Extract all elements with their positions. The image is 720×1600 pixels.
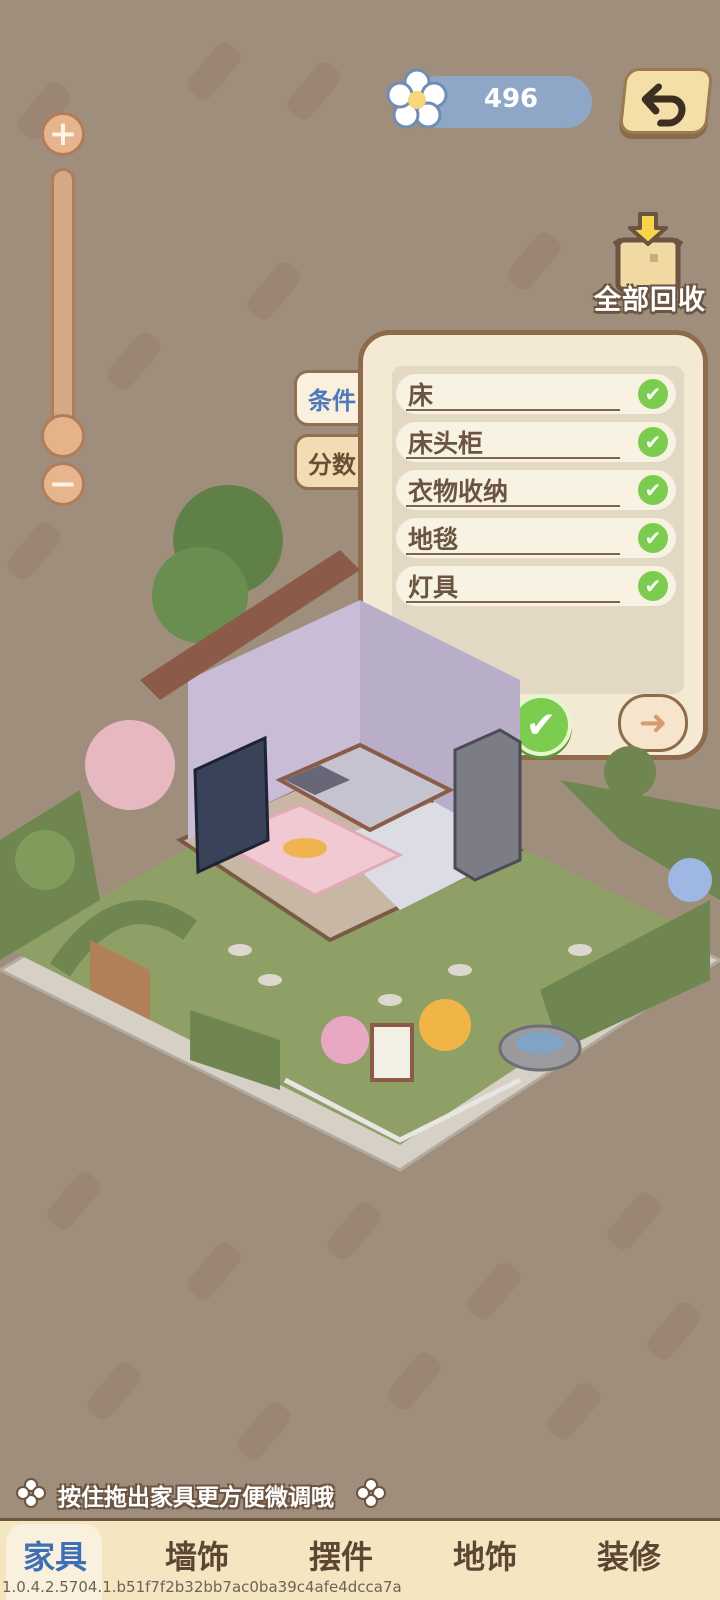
back-button[interactable] (618, 68, 714, 134)
stepping-stone (228, 944, 252, 956)
stepping-stone (448, 964, 472, 976)
undo-arrow-icon (641, 83, 686, 127)
tab-renovation[interactable]: 装修 (574, 1532, 684, 1578)
blossom-tree (85, 720, 175, 810)
clover-icon (16, 1478, 46, 1508)
stepping-stone (258, 974, 282, 986)
dresser (453, 728, 522, 882)
zoom-in-button[interactable]: + (41, 112, 85, 156)
cat-topiary (15, 830, 75, 890)
room-scene[interactable] (0, 480, 720, 1200)
tab-furniture[interactable]: 家具 (0, 1532, 110, 1578)
condition-item: 床头柜 ✔ (396, 422, 676, 462)
condition-label: 床 (408, 381, 434, 410)
cat-topiary (604, 746, 656, 798)
version-label: 1.0.4.2.5704.1.b51f7f2b32bb7ac0ba39c4afe… (2, 1578, 402, 1596)
currency-value: 496 (483, 84, 539, 114)
check-icon: ✔ (638, 379, 668, 409)
condition-underline (406, 457, 620, 459)
stepping-stone (568, 944, 592, 956)
tab-floor-decor[interactable]: 地饰 (430, 1532, 540, 1578)
recycle-all-label[interactable]: 全部回收 (590, 278, 710, 317)
condition-item: 床 ✔ (396, 374, 676, 414)
flower-bush (321, 1016, 369, 1064)
well-water (516, 1032, 564, 1054)
hint-text: 按住拖出家具更方便微调哦 (58, 1485, 334, 1511)
condition-label: 床头柜 (408, 429, 484, 458)
tab-ornaments[interactable]: 摆件 (286, 1532, 396, 1578)
zoom-slider-handle[interactable] (41, 414, 85, 458)
zoom-slider-track[interactable] (51, 168, 75, 430)
check-icon: ✔ (638, 427, 668, 457)
condition-underline (406, 409, 620, 411)
easel (370, 1023, 414, 1082)
tab-wall-decor[interactable]: 墙饰 (142, 1532, 252, 1578)
flower-bush (419, 999, 471, 1051)
clover-icon (356, 1478, 386, 1508)
stepping-stone (378, 994, 402, 1006)
flower-icon (386, 68, 448, 129)
rug-planet (283, 838, 327, 858)
flower-bush (668, 858, 712, 902)
